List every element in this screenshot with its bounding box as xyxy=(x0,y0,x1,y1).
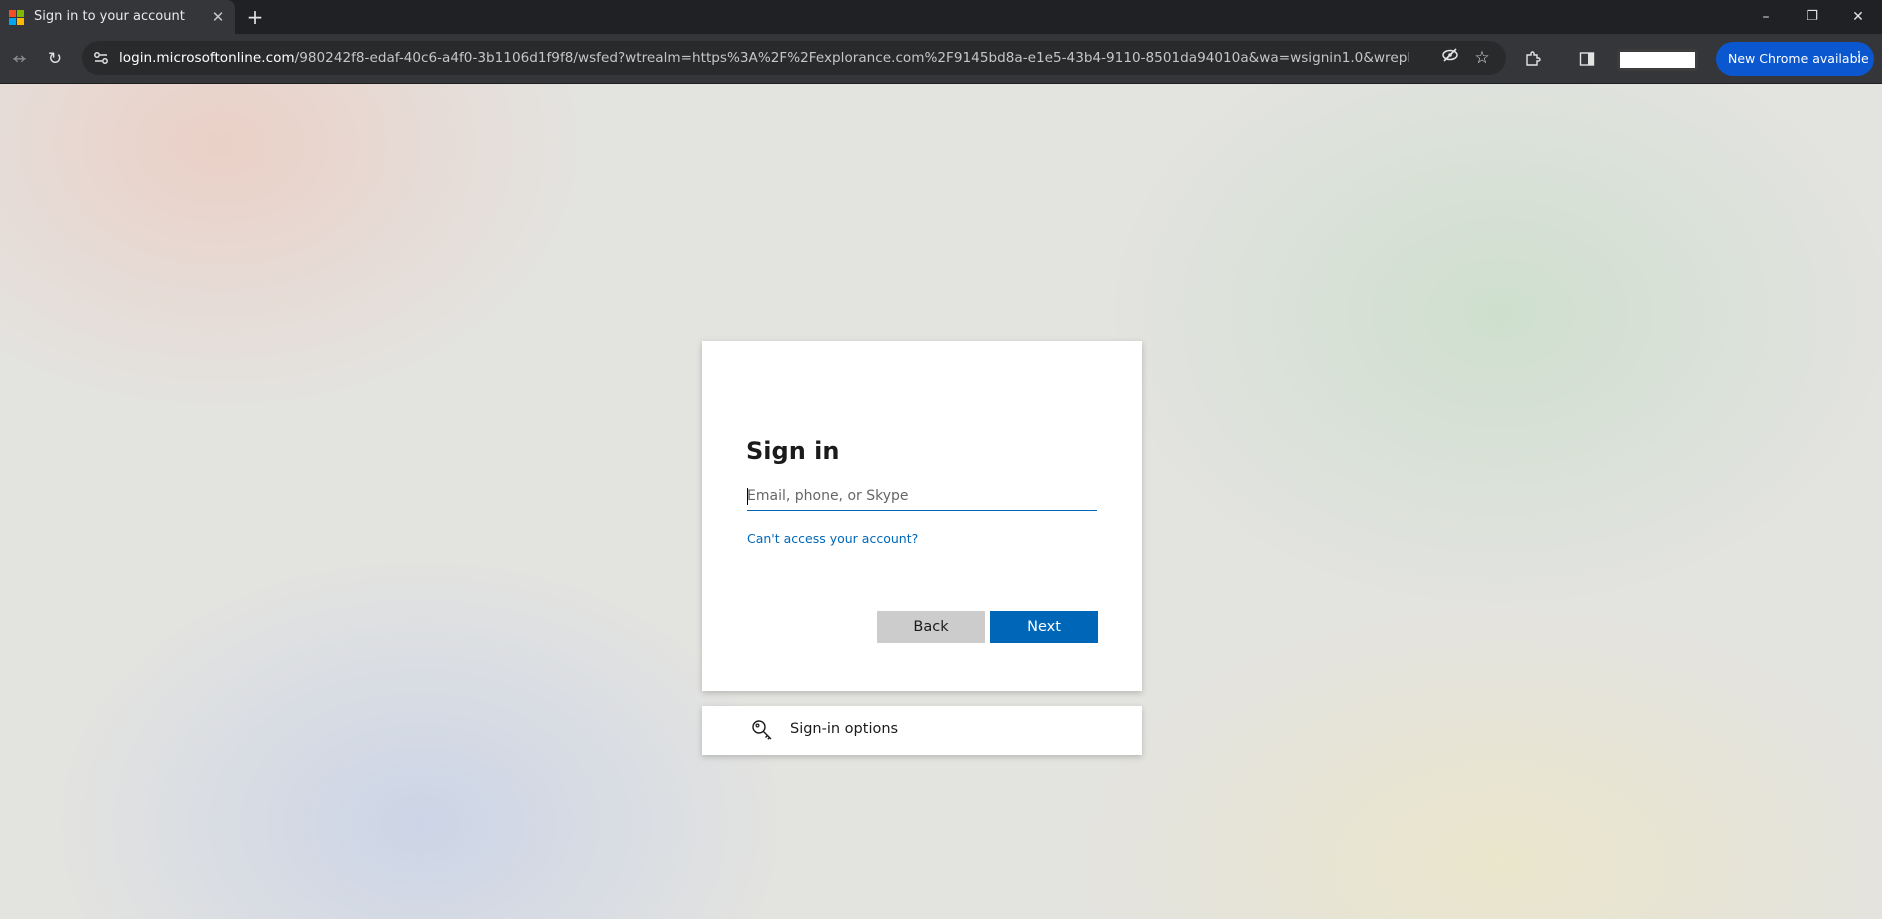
eye-off-icon[interactable] xyxy=(1438,46,1462,70)
side-panel-icon[interactable] xyxy=(1575,47,1599,71)
close-icon[interactable]: ✕ xyxy=(208,7,228,27)
url-text[interactable]: login.microsoftonline.com/980242f8-edaf-… xyxy=(119,50,1409,66)
minimize-icon[interactable]: – xyxy=(1743,0,1789,34)
url-host: login.microsoftonline.com xyxy=(119,50,295,66)
page-title: Sign in xyxy=(746,437,840,465)
browser-toolbar: ← → ↻ login.microsoftonline.com/980242f8… xyxy=(0,34,1882,84)
more-vertical-icon[interactable]: ⋮ xyxy=(1852,49,1866,65)
back-button[interactable]: Back xyxy=(877,611,985,643)
tab-title: Sign in to your account xyxy=(34,9,185,24)
restore-icon[interactable]: ❐ xyxy=(1789,0,1835,34)
email-field[interactable] xyxy=(747,481,1097,511)
plus-icon[interactable]: + xyxy=(243,5,267,29)
browser-tab[interactable]: Sign in to your account ✕ xyxy=(0,0,235,34)
signin-options-label: Sign-in options xyxy=(790,721,899,737)
signin-options-button[interactable]: Sign-in options xyxy=(702,706,1142,755)
update-chrome-label: New Chrome available xyxy=(1728,51,1869,66)
update-chrome-button[interactable]: New Chrome available ⋮ xyxy=(1716,42,1874,76)
url-path: /980242f8-edaf-40c6-a4f0-3b1106d1f9f8/ws… xyxy=(294,50,1409,66)
address-bar[interactable]: login.microsoftonline.com/980242f8-edaf-… xyxy=(82,41,1506,75)
window-close-icon[interactable]: ✕ xyxy=(1835,0,1881,34)
profile-button[interactable] xyxy=(1617,49,1698,71)
forward-arrow-icon[interactable]: → xyxy=(7,47,31,71)
page-background: Sign in Can't access your account? Back … xyxy=(0,84,1882,919)
bookmark-star-icon[interactable]: ☆ xyxy=(1470,46,1494,70)
text-caret xyxy=(747,488,748,505)
microsoft-logo-icon xyxy=(9,10,24,25)
extensions-icon[interactable] xyxy=(1521,47,1545,71)
tab-strip: Sign in to your account ✕ + – ❐ ✕ xyxy=(0,0,1882,34)
signin-card: Sign in Can't access your account? Back … xyxy=(702,341,1142,691)
key-icon xyxy=(750,718,774,742)
reload-icon[interactable]: ↻ xyxy=(43,47,67,71)
next-button[interactable]: Next xyxy=(990,611,1098,643)
cant-access-account-link[interactable]: Can't access your account? xyxy=(747,531,918,546)
site-info-icon[interactable] xyxy=(90,47,112,69)
